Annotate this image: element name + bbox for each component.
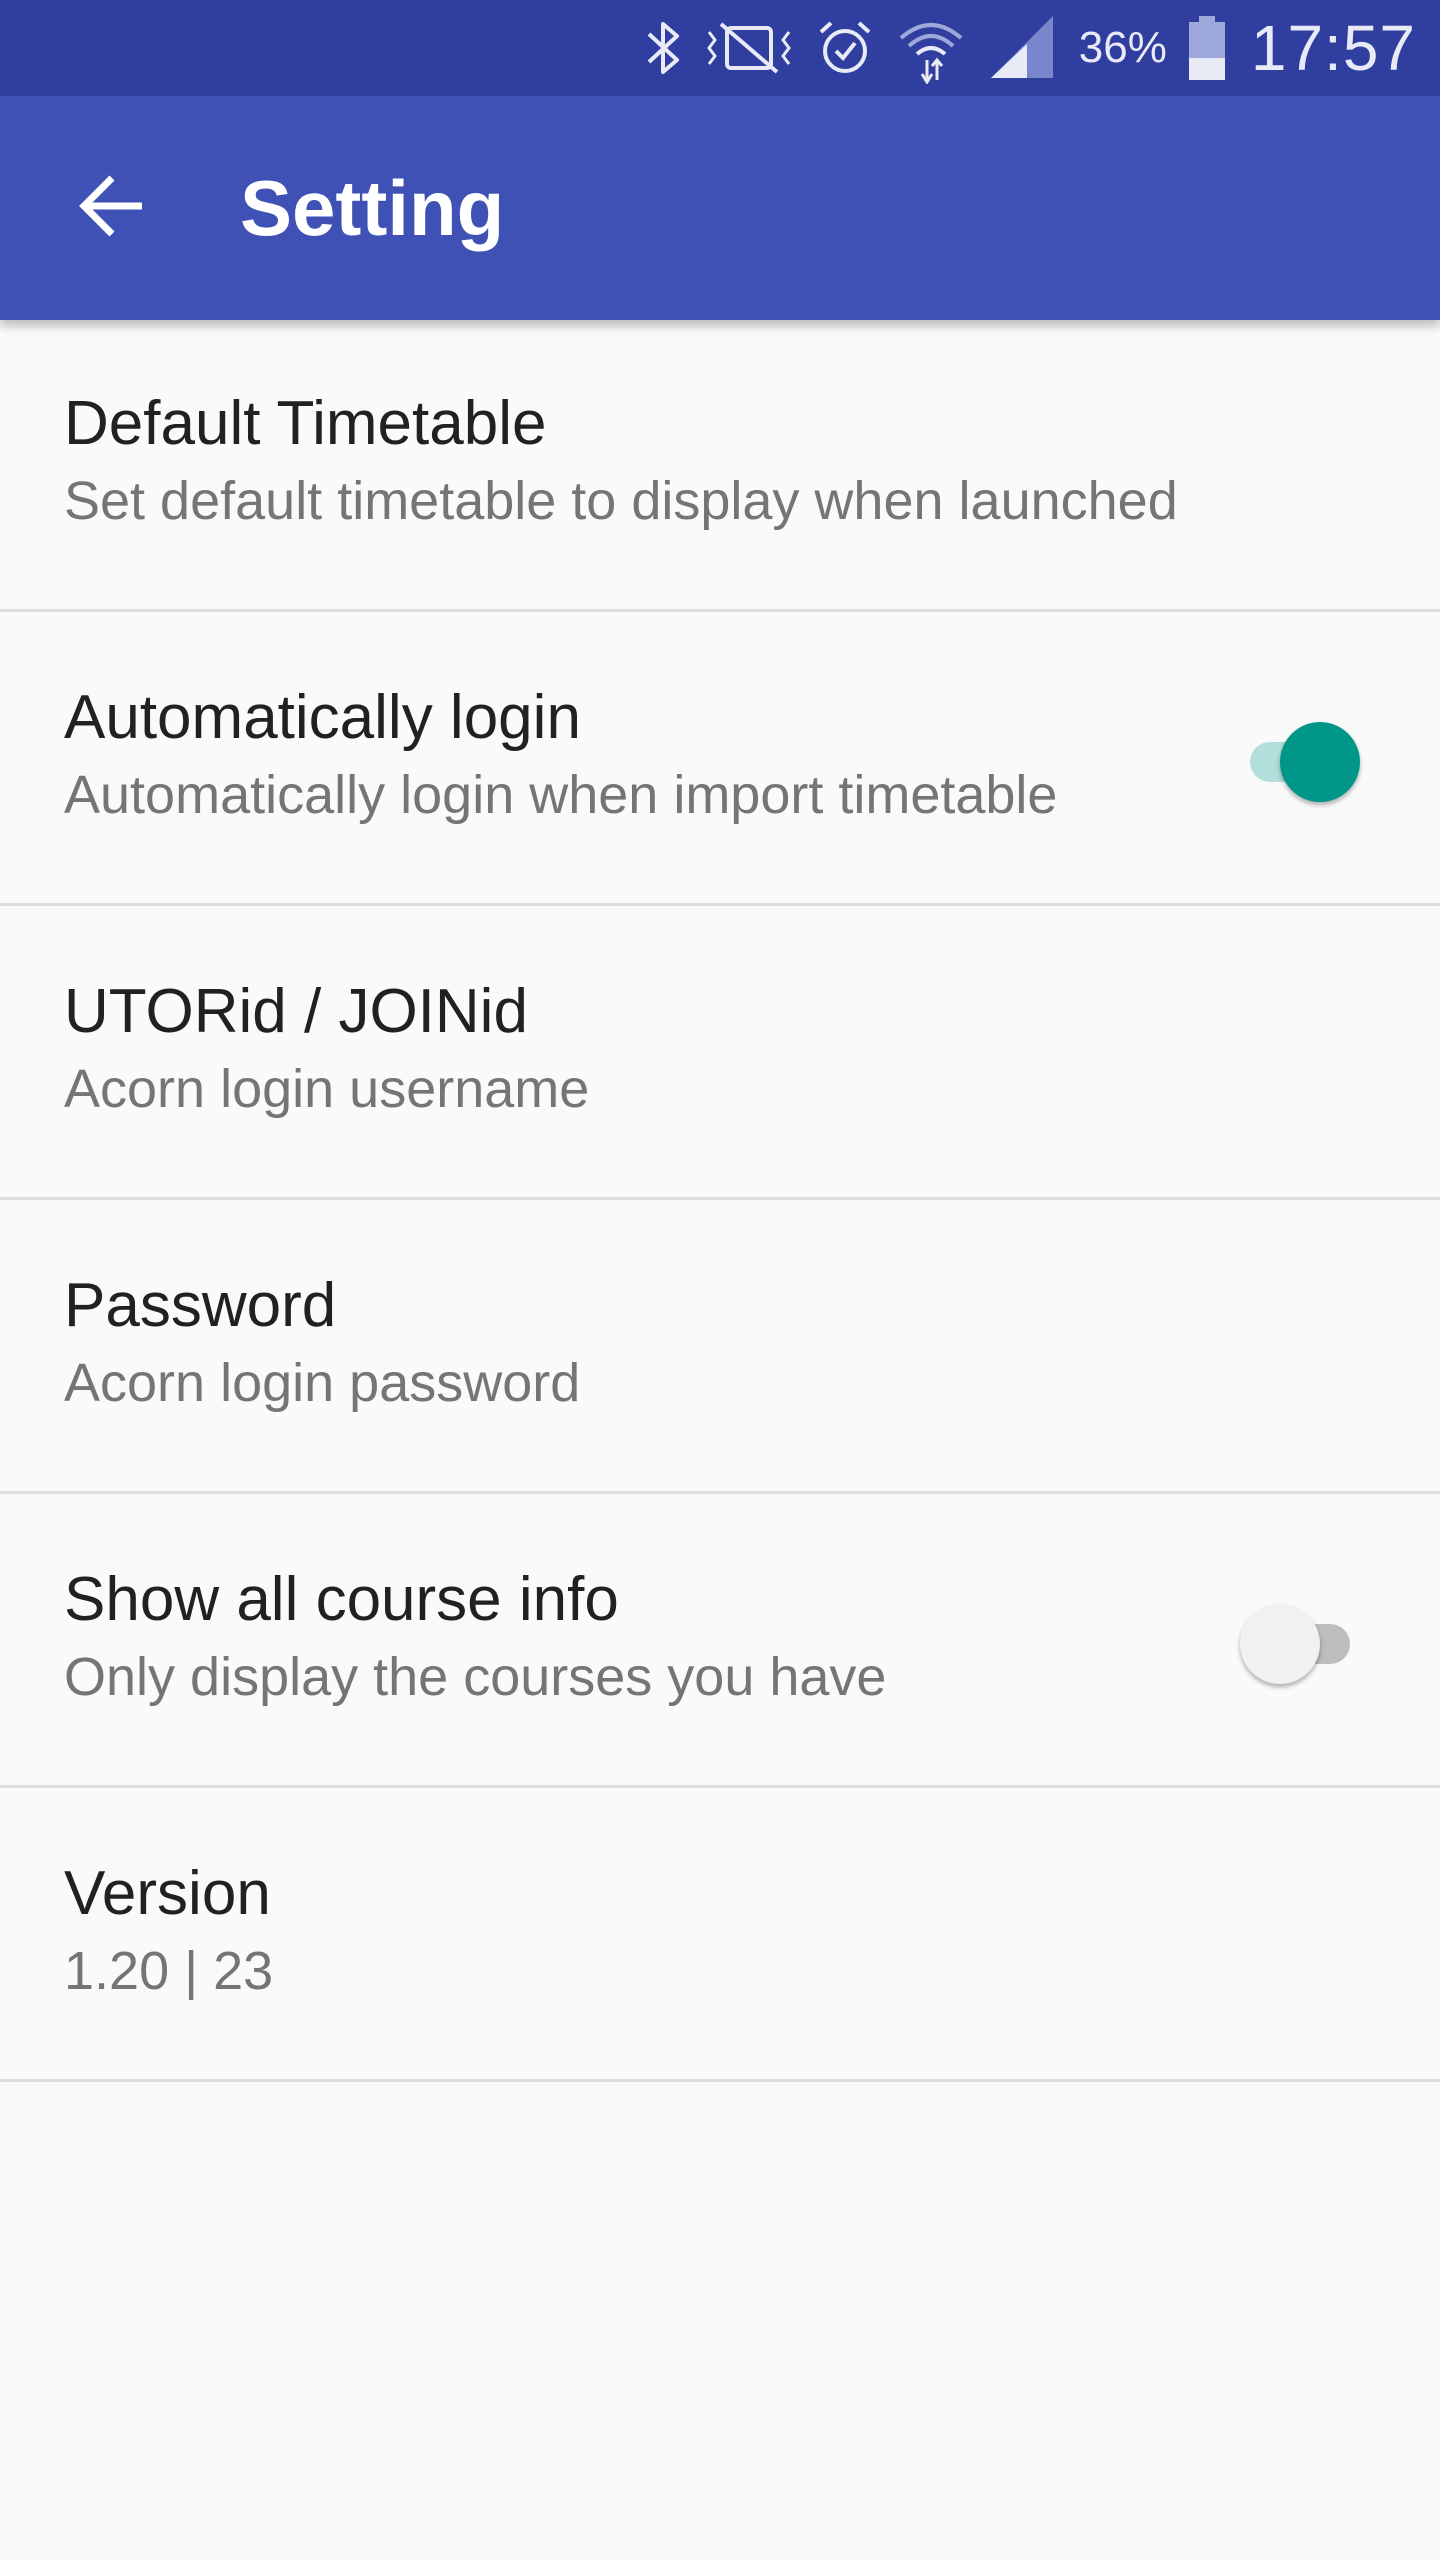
app-bar: Setting: [0, 96, 1440, 320]
cellular-signal-icon: [987, 16, 1057, 80]
setting-title: Default Timetable: [64, 389, 547, 458]
setting-summary: Acorn login password: [64, 1353, 581, 1413]
page-title: Setting: [240, 163, 505, 252]
setting-default-timetable[interactable]: Default Timetable Set default timetable …: [0, 320, 1440, 612]
battery-percent: 36%: [1078, 23, 1167, 72]
setting-title: UTORid / JOINid: [64, 977, 528, 1046]
setting-title: Password: [64, 1271, 337, 1340]
settings-list: Default Timetable Set default timetable …: [0, 320, 1440, 2082]
setting-password[interactable]: Password Acorn login password: [0, 1200, 1440, 1494]
setting-title: Automatically login: [64, 683, 581, 752]
alarm-icon: [815, 18, 875, 78]
setting-title: Show all course info: [64, 1565, 619, 1634]
show-all-course-info-toggle[interactable]: [1240, 1604, 1360, 1684]
arrow-back-icon: [76, 170, 148, 247]
version-value: 1.20 | 23: [64, 1941, 274, 2001]
switch-thumb: [1280, 722, 1360, 802]
setting-summary: Set default timetable to display when la…: [64, 471, 1178, 531]
setting-summary: Automatically login when import timetabl…: [64, 765, 1058, 825]
setting-summary: Acorn login username: [64, 1059, 590, 1119]
status-time: 17:57: [1250, 12, 1416, 84]
setting-summary: Only display the courses you have: [64, 1647, 887, 1707]
setting-title: Version: [64, 1859, 271, 1928]
vibrate-off-icon: [703, 18, 795, 78]
status-bar: 36% 17:57: [0, 0, 1440, 96]
setting-show-all-course-info[interactable]: Show all course info Only display the co…: [0, 1494, 1440, 1788]
wifi-icon: [895, 12, 967, 84]
battery-icon: [1187, 14, 1227, 82]
setting-automatically-login[interactable]: Automatically login Automatically login …: [0, 612, 1440, 906]
auto-login-toggle[interactable]: [1240, 722, 1360, 802]
setting-version[interactable]: Version 1.20 | 23: [0, 1788, 1440, 2082]
switch-thumb: [1240, 1604, 1320, 1684]
status-icons: 36% 17:57: [643, 0, 1416, 96]
back-button[interactable]: [56, 152, 168, 264]
setting-utorid[interactable]: UTORid / JOINid Acorn login username: [0, 906, 1440, 1200]
bluetooth-icon: [643, 18, 683, 78]
